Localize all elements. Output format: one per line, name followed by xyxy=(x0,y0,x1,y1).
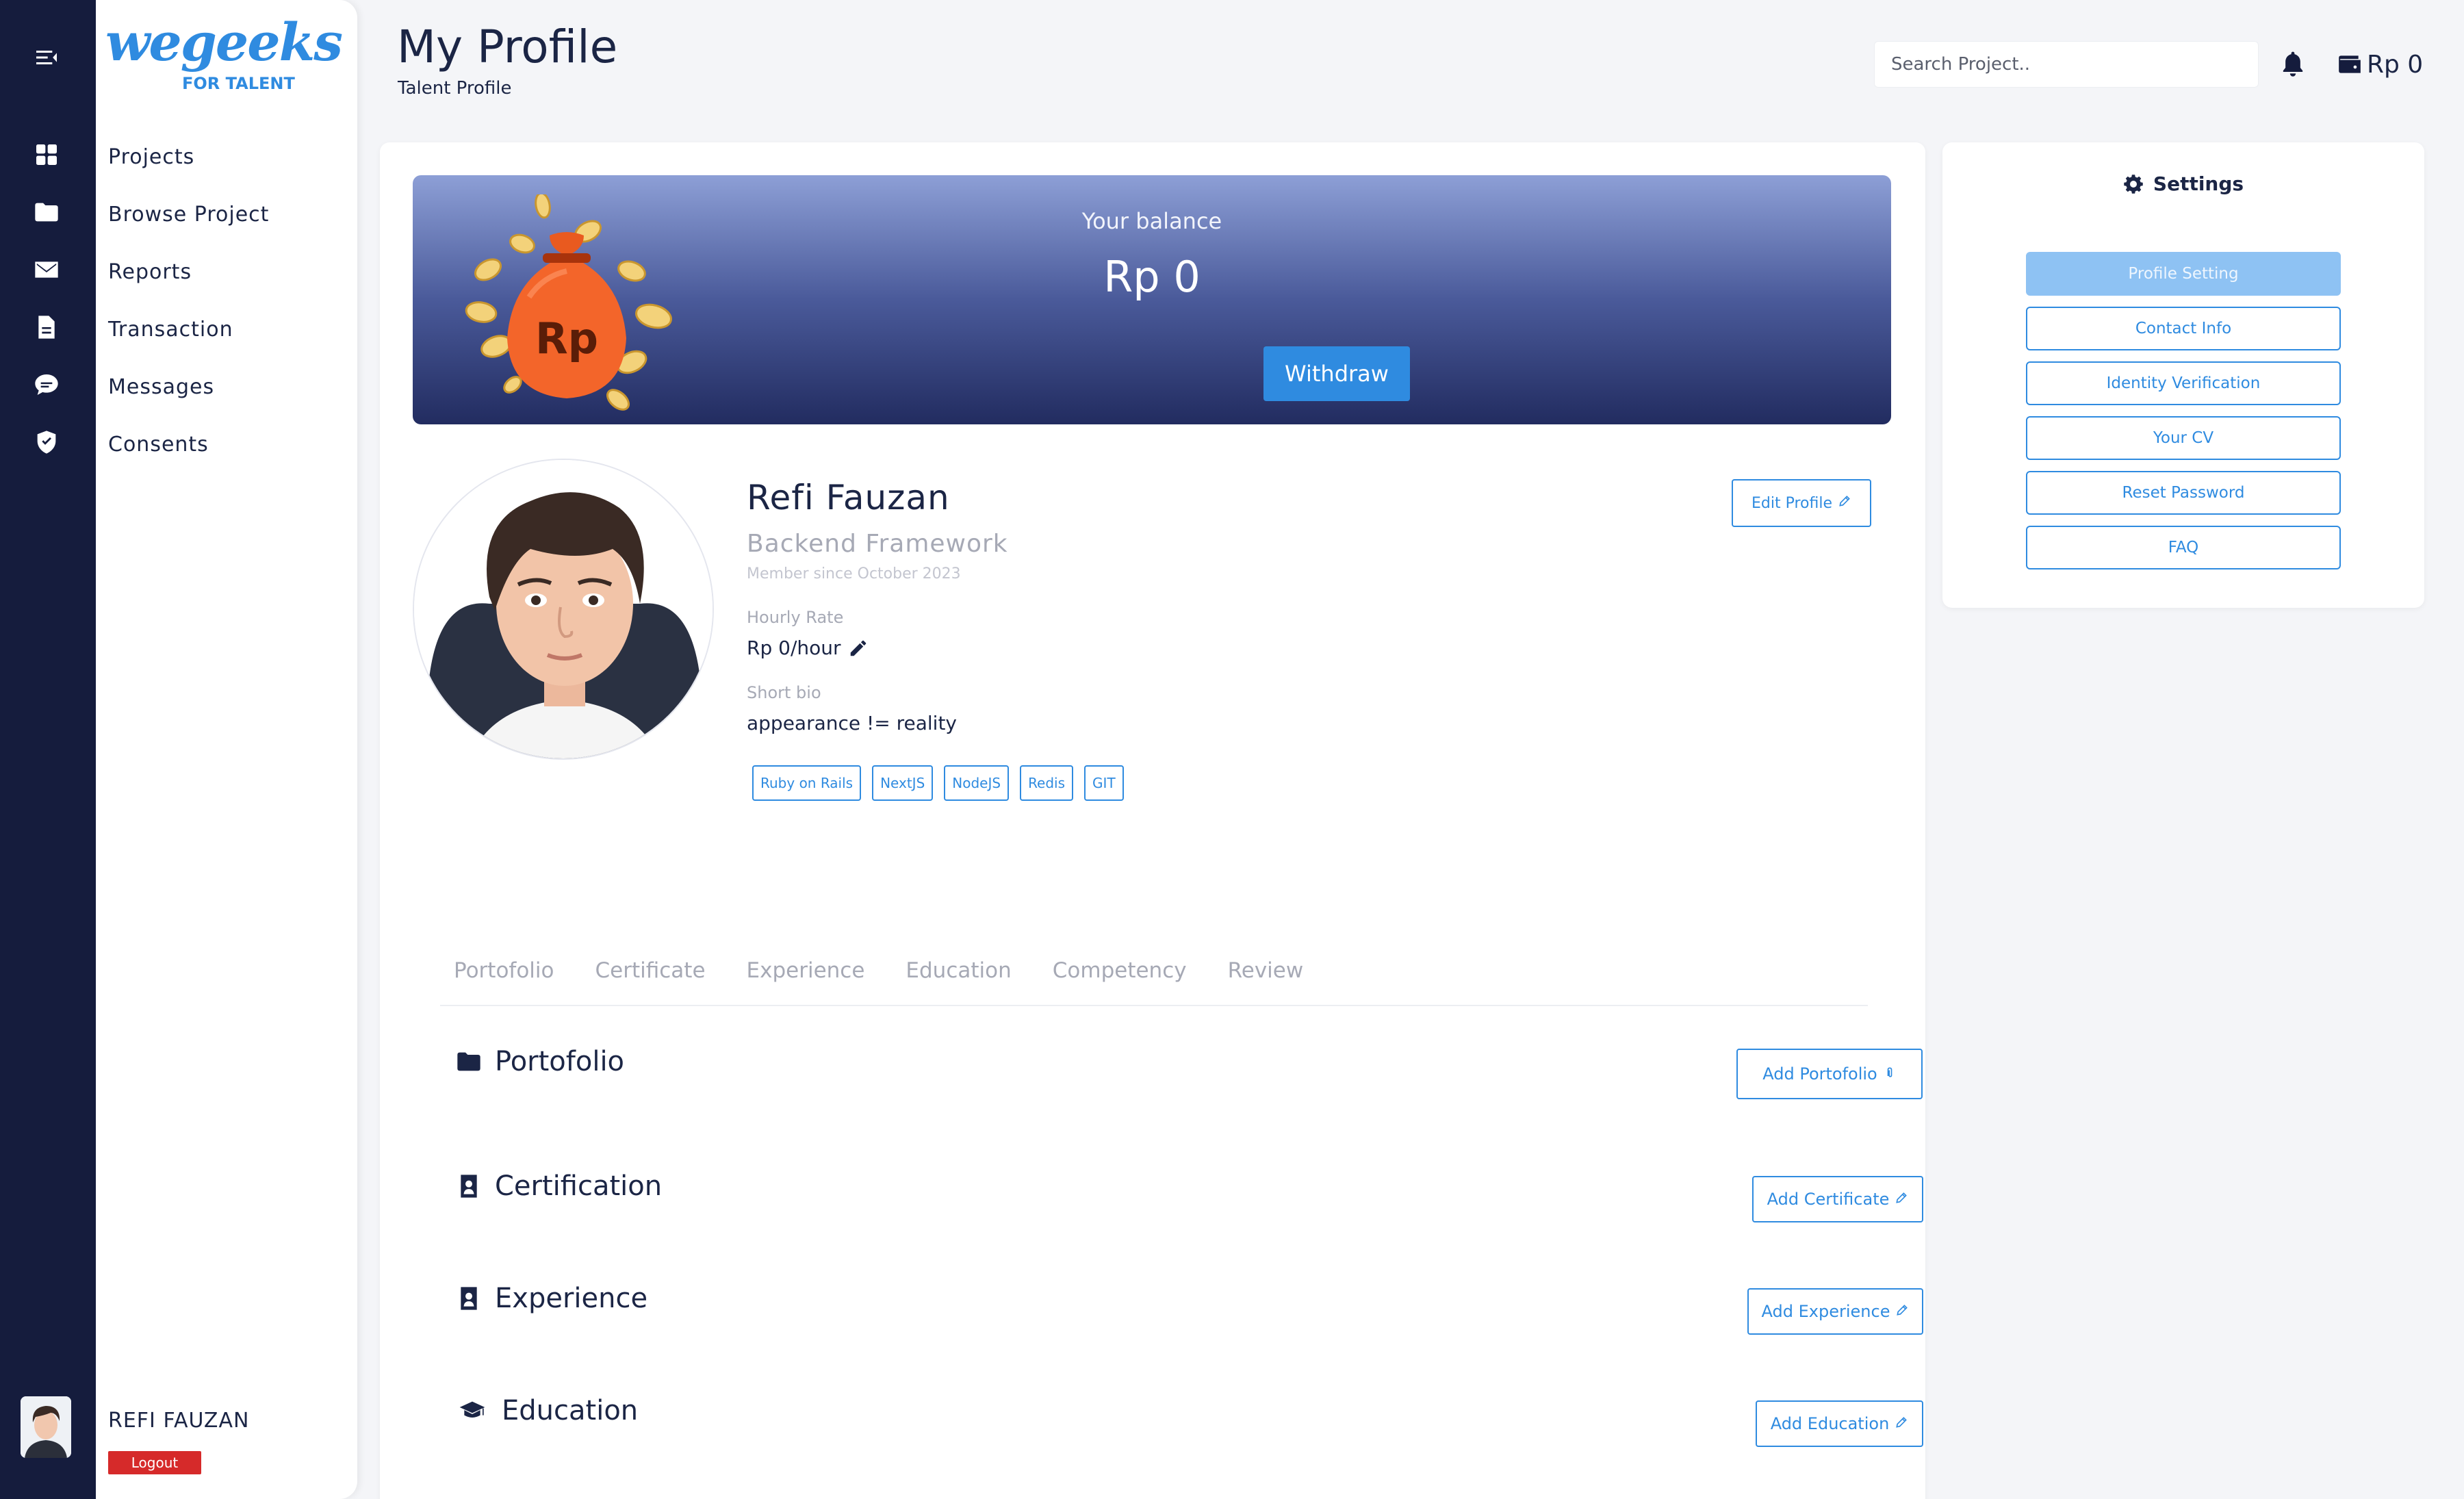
menu-collapse-icon[interactable] xyxy=(31,42,62,73)
skill-tags: Ruby on Rails NextJS NodeJS Redis GIT xyxy=(752,765,1124,801)
bag-currency: Rp xyxy=(535,313,598,363)
skill-tag: Redis xyxy=(1020,765,1074,801)
bell-icon[interactable] xyxy=(2279,49,2307,79)
portofolio-section: Portofolio Add Portofolio xyxy=(455,1046,1923,1107)
skill-tag: NextJS xyxy=(872,765,934,801)
settings-heading: Settings xyxy=(1942,172,2424,195)
pencil-icon xyxy=(1895,1414,1908,1433)
tab-experience[interactable]: Experience xyxy=(747,958,865,1005)
page-subtitle: Talent Profile xyxy=(398,78,512,99)
education-section: Education Add Education xyxy=(455,1395,1923,1457)
id-badge-icon xyxy=(461,1287,477,1310)
faq-button[interactable]: FAQ xyxy=(2026,526,2341,569)
settings-title: Settings xyxy=(2153,172,2244,195)
tab-review[interactable]: Review xyxy=(1228,958,1304,1005)
experience-heading: Experience xyxy=(455,1283,647,1314)
experience-title: Experience xyxy=(495,1283,648,1314)
tab-education[interactable]: Education xyxy=(906,958,1011,1005)
wallet-icon xyxy=(2339,55,2361,73)
pencil-icon xyxy=(1838,494,1851,512)
search-input[interactable] xyxy=(1874,41,2259,88)
folder-icon xyxy=(457,1052,480,1071)
add-portofolio-button[interactable]: Add Portofolio xyxy=(1736,1049,1923,1099)
member-since: Member since October 2023 xyxy=(747,565,961,582)
hourly-rate-value: Rp 0/hour xyxy=(747,637,841,659)
profile-avatar[interactable] xyxy=(413,459,714,760)
sidebar-item-transaction[interactable]: Transaction xyxy=(108,318,233,342)
hourly-rate: Rp 0/hour xyxy=(747,637,869,659)
add-education-button[interactable]: Add Education xyxy=(1756,1400,1923,1447)
sidebar-item-projects[interactable]: Projects xyxy=(108,145,194,169)
envelope-icon[interactable] xyxy=(31,255,62,285)
short-bio-label: Short bio xyxy=(747,683,821,702)
add-experience-button[interactable]: Add Experience xyxy=(1747,1288,1923,1335)
sidebar: wegeeks FOR TALENT Projects Browse Proje… xyxy=(21,0,357,1499)
portofolio-heading: Portofolio xyxy=(455,1046,624,1077)
skill-tag: GIT xyxy=(1084,765,1124,801)
profile-role: Backend Framework xyxy=(747,530,1008,558)
folder-icon[interactable] xyxy=(31,197,62,227)
edit-profile-button[interactable]: Edit Profile xyxy=(1732,479,1871,527)
reset-password-button[interactable]: Reset Password xyxy=(2026,471,2341,515)
tab-competency[interactable]: Competency xyxy=(1053,958,1187,1005)
short-bio: appearance != reality xyxy=(747,712,958,734)
certification-section: Certification Add Certificate xyxy=(455,1170,1923,1232)
profile-card: Rp Your balance Rp 0 Withdraw Refi Fauza… xyxy=(380,142,1925,1499)
pencil-icon xyxy=(1895,1190,1908,1209)
document-icon[interactable] xyxy=(31,312,62,342)
portofolio-title: Portofolio xyxy=(495,1046,625,1077)
logout-button[interactable]: Logout xyxy=(108,1451,201,1474)
pencil-icon[interactable] xyxy=(848,638,869,658)
add-portofolio-label: Add Portofolio xyxy=(1762,1064,1877,1084)
logo-wordmark: wegeeks xyxy=(105,12,343,73)
experience-section: Experience Add Experience xyxy=(455,1283,1923,1344)
graduation-cap-icon xyxy=(459,1401,485,1418)
sidebar-item-messages[interactable]: Messages xyxy=(108,375,214,399)
logo[interactable]: wegeeks FOR TALENT xyxy=(105,12,343,99)
certification-heading: Certification xyxy=(455,1170,662,1202)
skill-tag: NodeJS xyxy=(944,765,1010,801)
add-education-label: Add Education xyxy=(1770,1414,1890,1433)
icon-rail xyxy=(0,0,96,1499)
avatar[interactable] xyxy=(21,1396,71,1458)
grid-icon[interactable] xyxy=(31,140,62,170)
user-name: REFI FAUZAN xyxy=(108,1409,250,1433)
wallet-amount: Rp 0 xyxy=(2367,50,2424,79)
contact-info-button[interactable]: Contact Info xyxy=(2026,307,2341,350)
wallet-balance[interactable]: Rp 0 xyxy=(2337,49,2426,79)
id-badge-icon xyxy=(461,1175,477,1198)
withdraw-button[interactable]: Withdraw xyxy=(1263,346,1410,401)
education-heading: Education xyxy=(455,1395,638,1426)
user-box: REFI FAUZAN Logout xyxy=(21,1396,349,1478)
balance-value: Rp 0 xyxy=(1103,252,1201,302)
edit-profile-label: Edit Profile xyxy=(1751,494,1832,512)
sidebar-item-browse-project[interactable]: Browse Project xyxy=(108,203,269,227)
education-title: Education xyxy=(502,1395,639,1426)
sidebar-item-reports[interactable]: Reports xyxy=(108,260,192,284)
identity-verification-button[interactable]: Identity Verification xyxy=(2026,361,2341,405)
logo-subtitle: FOR TALENT xyxy=(182,74,295,93)
balance-label: Your balance xyxy=(1081,208,1222,234)
paperclip-icon xyxy=(1883,1064,1897,1084)
hourly-rate-label: Hourly Rate xyxy=(747,608,844,627)
sidebar-item-consents[interactable]: Consents xyxy=(108,433,209,457)
pencil-icon xyxy=(1895,1302,1909,1321)
chat-icon[interactable] xyxy=(31,370,62,400)
balance-banner: Rp Your balance Rp 0 Withdraw xyxy=(413,175,1891,424)
add-experience-label: Add Experience xyxy=(1761,1302,1890,1321)
gear-icon xyxy=(2124,174,2143,194)
tab-portofolio[interactable]: Portofolio xyxy=(454,958,554,1005)
shield-icon[interactable] xyxy=(31,427,62,457)
skill-tag: Ruby on Rails xyxy=(752,765,862,801)
profile-tabs: Portofolio Certificate Experience Educat… xyxy=(440,958,1868,1006)
certification-title: Certification xyxy=(495,1170,663,1202)
tab-certificate[interactable]: Certificate xyxy=(595,958,706,1005)
settings-card: Settings Profile Setting Contact Info Id… xyxy=(1942,142,2424,608)
your-cv-button[interactable]: Your CV xyxy=(2026,416,2341,460)
add-certificate-button[interactable]: Add Certificate xyxy=(1752,1176,1923,1222)
add-certificate-label: Add Certificate xyxy=(1767,1190,1890,1209)
profile-setting-button[interactable]: Profile Setting xyxy=(2026,252,2341,296)
profile-name: Refi Fauzan xyxy=(747,478,950,517)
page-title: My Profile xyxy=(397,21,618,73)
